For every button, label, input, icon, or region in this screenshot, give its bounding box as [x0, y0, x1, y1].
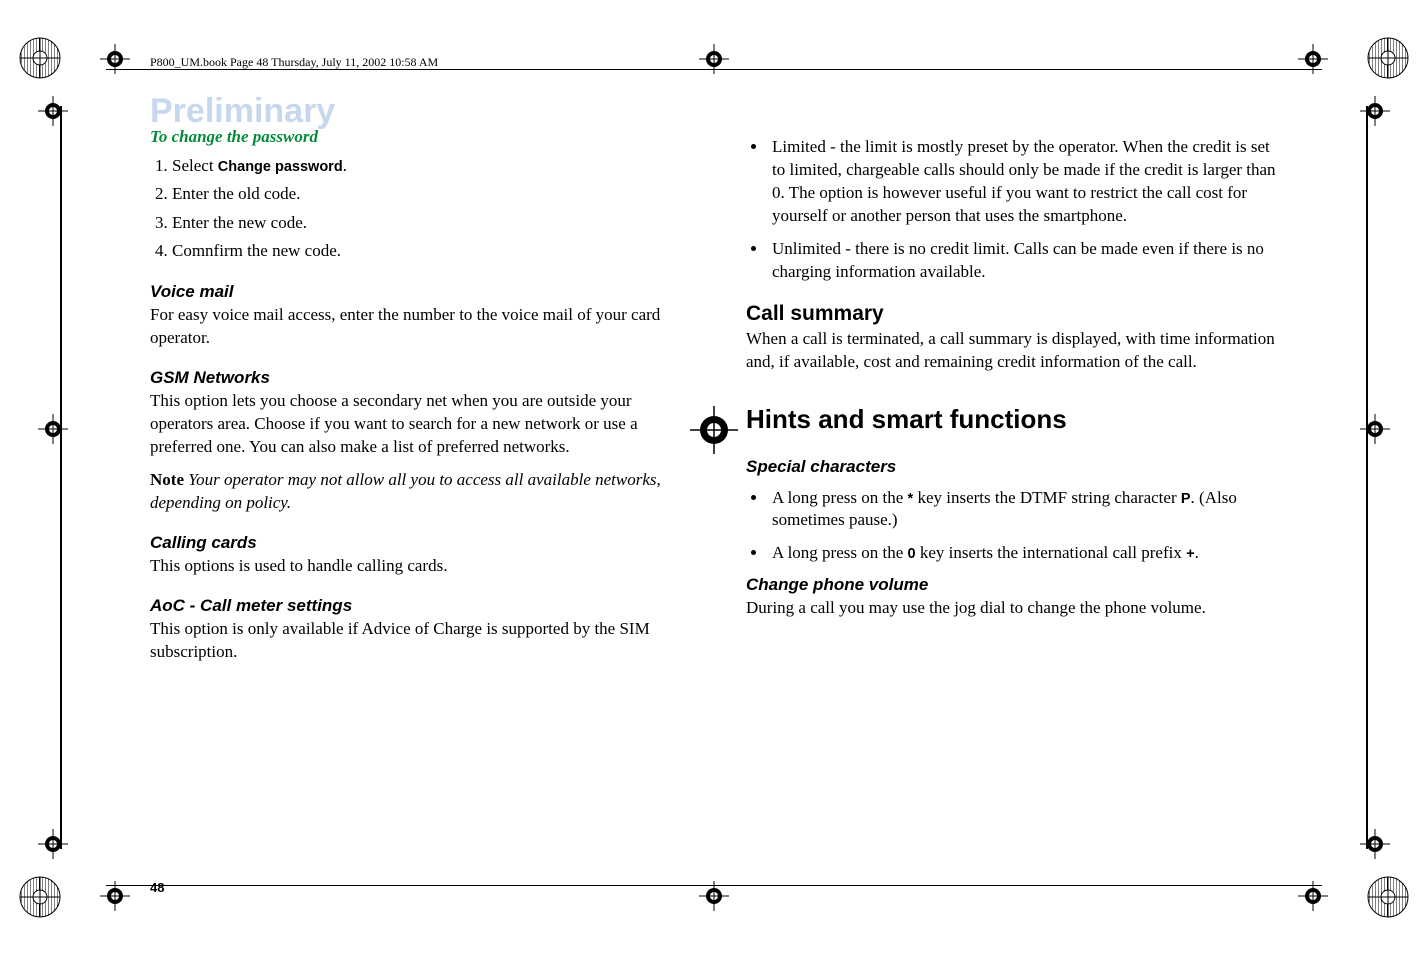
- crosshair-icon: [1360, 829, 1390, 859]
- subheading-special-characters: Special characters: [746, 457, 1278, 477]
- procedure-title: To change the password: [150, 127, 682, 147]
- note: Note Your operator may not allow all you…: [150, 469, 682, 515]
- crosshair-icon: [699, 44, 729, 74]
- paragraph: During a call you may use the jog dial t…: [746, 597, 1278, 620]
- text-run: key inserts the international call prefi…: [916, 543, 1187, 562]
- bullet-list: A long press on the * key inserts the DT…: [768, 487, 1278, 566]
- right-column: Limited - the limit is mostly preset by …: [746, 92, 1278, 875]
- subheading-change-phone-volume: Change phone volume: [746, 575, 1278, 595]
- text-run: .: [1195, 543, 1199, 562]
- key-label: P: [1181, 491, 1191, 507]
- subheading-calling-cards: Calling cards: [150, 533, 682, 553]
- crosshair-icon: [1298, 44, 1328, 74]
- list-item: Unlimited - there is no credit limit. Ca…: [768, 238, 1278, 284]
- print-registration-mark: [1366, 875, 1410, 919]
- note-body: Your operator may not allow all you to a…: [150, 470, 661, 512]
- crosshair-icon: [100, 881, 130, 911]
- paragraph: When a call is terminated, a call summar…: [746, 328, 1278, 374]
- print-registration-mark: [18, 875, 62, 919]
- print-registration-mark: [1366, 36, 1410, 80]
- list-item: A long press on the 0 key inserts the in…: [768, 542, 1278, 565]
- step-item: Select Change password.: [172, 153, 682, 179]
- text-run: A long press on the: [772, 488, 908, 507]
- print-registration-mark: [18, 36, 62, 80]
- paragraph: This option lets you choose a secondary …: [150, 390, 682, 459]
- heading-hints: Hints and smart functions: [746, 404, 1278, 435]
- step-item: Comnfirm the new code.: [172, 238, 682, 264]
- note-label: Note: [150, 470, 188, 489]
- paragraph: For easy voice mail access, enter the nu…: [150, 304, 682, 350]
- text-run: A long press on the: [772, 543, 908, 562]
- crosshair-icon: [38, 829, 68, 859]
- watermark-text: Preliminary: [150, 92, 682, 131]
- print-trim-bar: [60, 106, 62, 849]
- step-item: Enter the new code.: [172, 210, 682, 236]
- crosshair-icon: [38, 96, 68, 126]
- step-item: Enter the old code.: [172, 181, 682, 207]
- subheading-aoc: AoC - Call meter settings: [150, 596, 682, 616]
- left-column: Preliminary To change the password Selec…: [150, 92, 682, 875]
- step-text: .: [343, 156, 347, 175]
- crosshair-icon: [1360, 96, 1390, 126]
- procedure-steps: Select Change password. Enter the old co…: [172, 153, 682, 264]
- paragraph: This options is used to handle calling c…: [150, 555, 682, 578]
- page-number: 48: [150, 880, 164, 895]
- list-item: A long press on the * key inserts the DT…: [768, 487, 1278, 533]
- list-item: Limited - the limit is mostly preset by …: [768, 136, 1278, 228]
- subheading-gsm-networks: GSM Networks: [150, 368, 682, 388]
- key-label: +: [1186, 546, 1194, 562]
- ui-label: Change password: [218, 159, 343, 175]
- key-label: 0: [908, 546, 916, 562]
- crosshair-icon: [1360, 414, 1390, 444]
- document-header: P800_UM.book Page 48 Thursday, July 11, …: [150, 55, 438, 70]
- heading-call-summary: Call summary: [746, 302, 1278, 326]
- subheading-voice-mail: Voice mail: [150, 282, 682, 302]
- text-run: key inserts the DTMF string character: [913, 488, 1181, 507]
- print-trim-bar: [1366, 106, 1368, 849]
- page-body: Preliminary To change the password Selec…: [150, 92, 1278, 875]
- crosshair-icon: [1298, 881, 1328, 911]
- step-text: Select: [172, 156, 218, 175]
- bullet-list: Limited - the limit is mostly preset by …: [768, 136, 1278, 284]
- crosshair-icon: [38, 414, 68, 444]
- crosshair-icon: [699, 881, 729, 911]
- paragraph: This option is only available if Advice …: [150, 618, 682, 664]
- crosshair-icon: [100, 44, 130, 74]
